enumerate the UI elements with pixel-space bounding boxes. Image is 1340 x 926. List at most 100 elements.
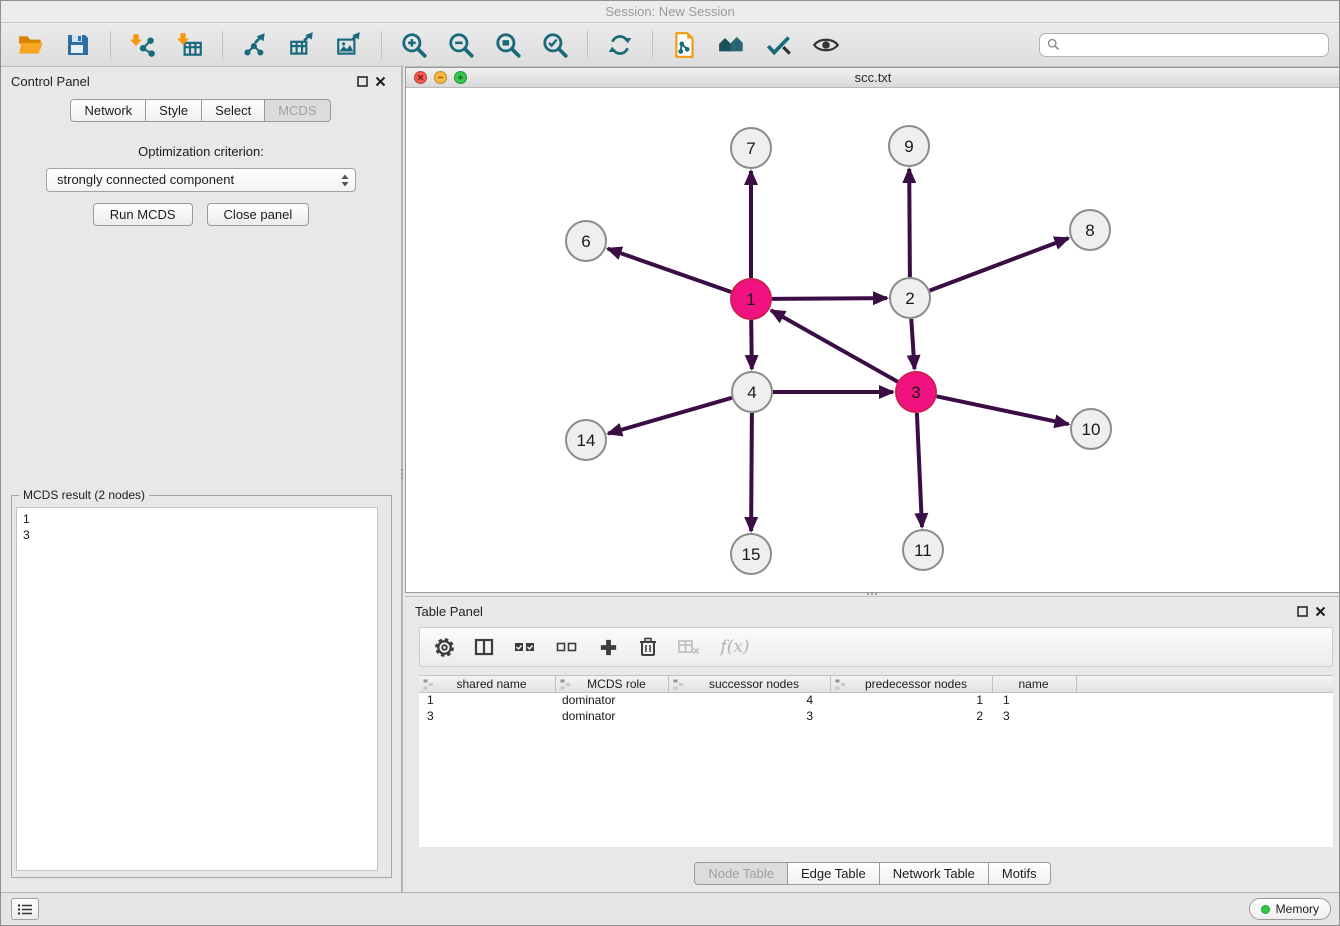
graph-node-label-4: 4 xyxy=(747,383,756,402)
table-row[interactable]: 1 dominator 4 1 1 xyxy=(419,693,1333,709)
close-panel-button[interactable] xyxy=(371,73,389,89)
apply-style-icon xyxy=(765,31,793,59)
memory-button[interactable]: Memory xyxy=(1249,898,1331,920)
memory-status-icon xyxy=(1261,905,1270,914)
column-header-name[interactable]: name xyxy=(993,676,1077,692)
mcds-result-legend: MCDS result (2 nodes) xyxy=(19,488,149,502)
mcds-result-item[interactable]: 3 xyxy=(23,527,377,543)
float-icon xyxy=(1297,606,1308,617)
graph-edge-2-3[interactable] xyxy=(911,319,914,369)
tab-mcds[interactable]: MCDS xyxy=(264,99,330,122)
network-canvas[interactable]: 7968124314101511 xyxy=(406,88,1340,592)
refresh-view-button[interactable] xyxy=(600,27,640,63)
tab-select[interactable]: Select xyxy=(201,99,265,122)
zoom-out-button[interactable] xyxy=(441,27,481,63)
zoom-fit-button[interactable] xyxy=(488,27,528,63)
export-table-button[interactable] xyxy=(282,27,322,63)
cell-name[interactable]: 3 xyxy=(993,709,1077,725)
graph-node-label-6: 6 xyxy=(581,232,590,251)
graph-edge-4-15[interactable] xyxy=(751,413,752,531)
graph-edge-1-4[interactable] xyxy=(751,320,752,369)
vertical-split-handle[interactable] xyxy=(399,463,405,485)
column-type-icon xyxy=(835,679,846,690)
table-settings-button[interactable] xyxy=(432,635,456,659)
optimization-criterion-label: Optimization criterion: xyxy=(1,144,401,159)
delete-column-button[interactable] xyxy=(636,635,660,659)
save-session-button[interactable] xyxy=(58,27,98,63)
mcds-result-item[interactable]: 1 xyxy=(23,511,377,527)
float-table-panel-button[interactable] xyxy=(1293,603,1311,619)
delete-table-icon xyxy=(677,636,701,658)
criterion-select[interactable]: strongly connected component xyxy=(46,168,356,192)
column-header-successor-nodes[interactable]: successor nodes xyxy=(669,676,831,692)
cell-mcds-role[interactable]: dominator xyxy=(556,693,669,709)
cell-name[interactable]: 1 xyxy=(993,693,1077,709)
plus-icon xyxy=(598,637,619,658)
tab-edge-table[interactable]: Edge Table xyxy=(787,862,880,885)
tab-motifs[interactable]: Motifs xyxy=(988,862,1051,885)
select-all-button[interactable] xyxy=(512,635,538,659)
first-neighbors-button[interactable] xyxy=(712,27,752,63)
toolbar-separator xyxy=(652,31,653,59)
apply-function-button[interactable]: f(x) xyxy=(718,635,752,659)
show-hide-button[interactable] xyxy=(806,27,846,63)
tab-network[interactable]: Network xyxy=(70,99,146,122)
export-image-button[interactable] xyxy=(329,27,369,63)
run-mcds-button[interactable]: Run MCDS xyxy=(93,203,193,226)
graph-edge-1-6[interactable] xyxy=(608,249,732,292)
search-box[interactable] xyxy=(1039,33,1329,57)
graph-edge-3-1[interactable] xyxy=(771,310,898,381)
column-header-predecessor-nodes[interactable]: predecessor nodes xyxy=(831,676,993,692)
delete-table-button[interactable] xyxy=(676,635,702,659)
cell-successor-nodes[interactable]: 3 xyxy=(669,709,831,725)
graph-edge-4-14[interactable] xyxy=(608,398,732,434)
close-window-button[interactable] xyxy=(414,71,427,84)
zoom-selected-button[interactable] xyxy=(535,27,575,63)
zoom-glyph-icon xyxy=(457,74,464,81)
cell-shared-name[interactable]: 1 xyxy=(419,693,556,709)
graph-edge-1-2[interactable] xyxy=(772,298,887,299)
search-input[interactable] xyxy=(1065,38,1321,52)
deselect-all-button[interactable] xyxy=(554,635,580,659)
minimize-glyph-icon xyxy=(437,74,444,81)
table-row[interactable]: 3 dominator 3 2 3 xyxy=(419,709,1333,725)
minimize-window-button[interactable] xyxy=(434,71,447,84)
close-table-panel-button[interactable] xyxy=(1311,603,1329,619)
control-panel-title: Control Panel xyxy=(11,74,90,89)
network-file-button[interactable] xyxy=(665,27,705,63)
column-header-mcds-role[interactable]: MCDS role xyxy=(556,676,669,692)
mcds-result-list[interactable]: 1 3 xyxy=(16,507,378,871)
graph-node-label-9: 9 xyxy=(904,137,913,156)
export-network-button[interactable] xyxy=(235,27,275,63)
close-icon xyxy=(1315,606,1326,617)
column-type-icon xyxy=(560,679,571,690)
cell-shared-name[interactable]: 3 xyxy=(419,709,556,725)
control-panel-tabs: Network Style Select MCDS xyxy=(1,99,401,122)
cell-predecessor-nodes[interactable]: 2 xyxy=(831,709,993,725)
tab-network-table[interactable]: Network Table xyxy=(879,862,989,885)
graph-edge-3-11[interactable] xyxy=(917,413,922,527)
zoom-window-button[interactable] xyxy=(454,71,467,84)
open-file-button[interactable] xyxy=(11,27,51,63)
graph-edge-3-10[interactable] xyxy=(937,396,1069,424)
column-header-shared-name[interactable]: shared name xyxy=(419,676,556,692)
import-table-button[interactable] xyxy=(170,27,210,63)
tab-node-table[interactable]: Node Table xyxy=(694,862,788,885)
graph-edge-2-9[interactable] xyxy=(909,169,910,277)
float-icon xyxy=(357,76,368,87)
graph-edge-2-8[interactable] xyxy=(930,238,1069,291)
close-panel-action-button[interactable]: Close panel xyxy=(207,203,310,226)
cell-mcds-role[interactable]: dominator xyxy=(556,709,669,725)
zoom-in-button[interactable] xyxy=(394,27,434,63)
task-history-button[interactable] xyxy=(11,898,39,920)
add-column-button[interactable] xyxy=(596,635,620,659)
tab-style[interactable]: Style xyxy=(145,99,202,122)
show-columns-button[interactable] xyxy=(472,635,496,659)
toolbar-separator xyxy=(110,31,111,59)
cell-successor-nodes[interactable]: 4 xyxy=(669,693,831,709)
cell-predecessor-nodes[interactable]: 1 xyxy=(831,693,993,709)
import-network-button[interactable] xyxy=(123,27,163,63)
graph-node-label-2: 2 xyxy=(905,289,914,308)
float-panel-button[interactable] xyxy=(353,73,371,89)
apply-style-button[interactable] xyxy=(759,27,799,63)
